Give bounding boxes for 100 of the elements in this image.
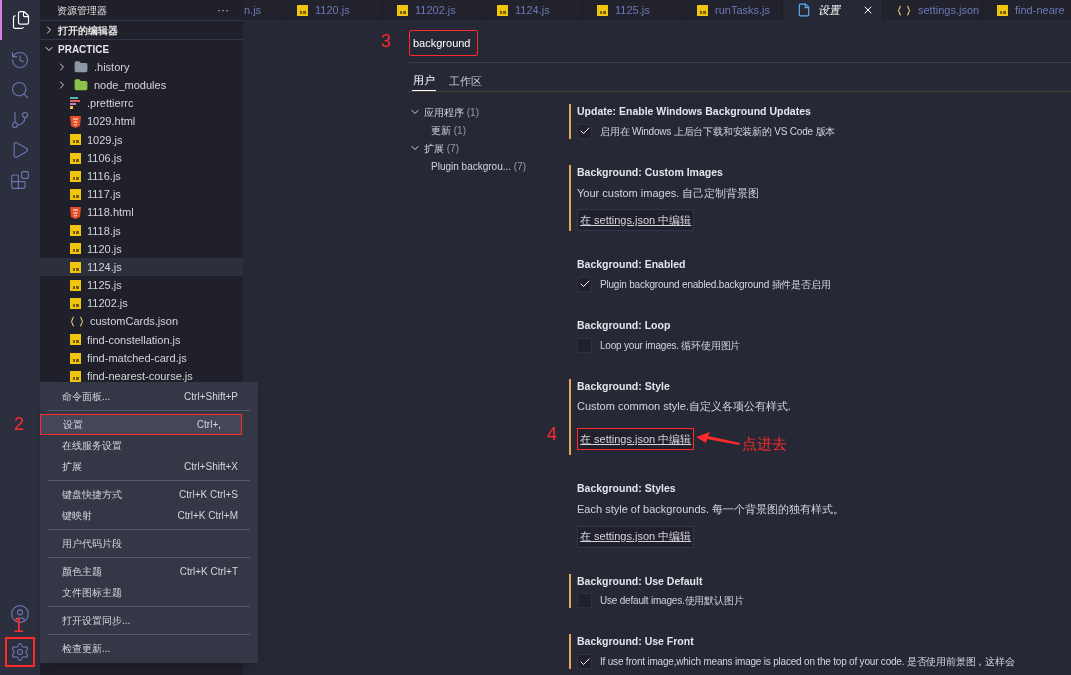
js-file-icon xyxy=(70,152,81,164)
menu-item[interactable]: 命令面板... Ctrl+Shift+P xyxy=(48,386,250,407)
file-row[interactable]: 1118.html xyxy=(40,203,243,222)
file-row[interactable]: node_modules xyxy=(40,76,243,95)
file-name: customCards.json xyxy=(90,314,179,330)
setting-title: Background: Use Front xyxy=(577,634,695,650)
edit-in-settings-link[interactable]: 在 settings.json 中编辑 xyxy=(577,209,695,231)
file-name: 1029.html xyxy=(87,114,136,130)
setting-title: Background: Style xyxy=(577,378,671,394)
editor-tab[interactable]: 1120.js xyxy=(283,0,383,20)
setting-description: Each style of backgrounds. 每一个背景图的独有样式。 xyxy=(577,502,846,517)
edit-in-settings-link[interactable]: 在 settings.json 中编辑 xyxy=(577,428,695,450)
menu-item[interactable]: 在线服务设置 xyxy=(48,435,250,456)
menu-item[interactable]: 键映射 Ctrl+K Ctrl+M xyxy=(48,505,250,526)
html-file-icon xyxy=(70,206,81,219)
file-name: 1029.js xyxy=(87,132,123,148)
setting-description: Use default images.使用默认图片 xyxy=(600,594,744,609)
folder-icon xyxy=(74,78,88,93)
file-row[interactable]: 1118.js xyxy=(40,221,243,240)
annotation-number: 4 xyxy=(547,424,557,443)
braces-icon xyxy=(897,4,911,16)
menu-item[interactable]: 键盘快捷方式 Ctrl+K Ctrl+S xyxy=(48,484,250,505)
menu-item[interactable]: 打开设置同步... xyxy=(48,610,250,631)
file-row[interactable]: .history xyxy=(40,58,243,77)
menu-item[interactable]: 检查更新... xyxy=(48,638,250,659)
bars-icon xyxy=(70,97,81,110)
toc-item[interactable]: 扩展 (7) xyxy=(409,140,569,156)
editor-tab[interactable]: 11202.js xyxy=(383,0,483,20)
file-name: 11202.js xyxy=(87,296,128,312)
editor-tab[interactable]: 1125.js xyxy=(583,0,683,20)
setting-title: Update: Enable Windows Background Updates xyxy=(577,104,812,119)
js-file-icon xyxy=(70,298,81,310)
arrow-icon xyxy=(696,432,741,446)
toc-item[interactable]: 应用程序 (1) xyxy=(409,104,569,120)
file-name: node_modules xyxy=(94,78,167,94)
file-row[interactable]: 11202.js xyxy=(40,294,243,313)
js-file-icon xyxy=(697,4,708,16)
file-name: 1124.js xyxy=(87,259,122,275)
file-row[interactable]: 1116.js xyxy=(40,167,243,186)
js-file-icon xyxy=(70,334,81,346)
setting-title: Background: Custom Images xyxy=(577,164,724,180)
braces-icon xyxy=(70,316,84,328)
section-header[interactable]: 打开的编辑器 xyxy=(40,20,243,39)
js-file-icon xyxy=(70,188,81,200)
section-header[interactable]: PRACTICE xyxy=(40,39,243,58)
file-row[interactable]: 1117.js xyxy=(40,185,243,204)
js-file-icon xyxy=(297,4,308,16)
annotation-number: 1 xyxy=(13,615,25,635)
editor-tab[interactable]: 1124.js xyxy=(483,0,583,20)
file-name: find-nearest-course.js xyxy=(87,369,193,385)
file-row[interactable]: 1125.js xyxy=(40,276,243,295)
file-row[interactable]: customCards.json xyxy=(40,312,243,331)
scope-tab[interactable]: 工作区 xyxy=(448,71,483,91)
toc-item[interactable]: Plugin backgrou... (7) xyxy=(409,158,569,174)
menu-item[interactable]: 文件图标主题 xyxy=(48,582,250,603)
editor-tab[interactable]: find-neare xyxy=(983,0,1071,20)
file-name: 1118.js xyxy=(87,223,121,239)
editor-tab[interactable]: settings.json xyxy=(883,0,983,20)
setting-description: 启用在 Windows 上后台下载和安装新的 VS Code 版本 xyxy=(600,124,836,139)
checkbox[interactable] xyxy=(577,276,592,292)
file-name: 1118.html xyxy=(87,205,134,221)
js-file-icon xyxy=(597,4,608,16)
js-file-icon xyxy=(70,261,81,273)
annotation-text: 点进去 xyxy=(742,433,788,454)
js-file-icon xyxy=(70,370,81,382)
js-file-icon xyxy=(397,4,408,16)
editor-tab[interactable]: n.js xyxy=(243,0,283,20)
scope-tab[interactable]: 用户 xyxy=(412,71,436,91)
file-row[interactable]: .prettierrc xyxy=(40,94,243,113)
file-row[interactable]: 1029.html xyxy=(40,112,243,131)
checkbox[interactable] xyxy=(577,654,592,669)
setting-description: Loop your images. 循环使用图片 xyxy=(600,338,741,353)
js-file-icon xyxy=(70,170,81,182)
file-row[interactable]: 1029.js xyxy=(40,130,243,149)
toc-item[interactable]: 更新 (1) xyxy=(409,122,569,138)
settings-icon[interactable] xyxy=(5,637,35,667)
file-row[interactable]: 1124.js xyxy=(40,258,243,277)
setting-description: If use front image,which means image is placed on the top of your code. 是否使用前景图，这样会 xyxy=(600,655,1015,669)
file-row[interactable]: find-constellation.js xyxy=(40,330,243,349)
file-icon xyxy=(797,3,811,17)
menu-item[interactable]: 扩展 Ctrl+Shift+X xyxy=(48,456,250,477)
close-icon[interactable] xyxy=(862,4,874,16)
setting-title: Background: Use Default xyxy=(577,573,704,589)
file-row[interactable]: find-nearest-course.js xyxy=(40,367,243,386)
edit-in-settings-link[interactable]: 在 settings.json 中编辑 xyxy=(577,525,695,548)
file-row[interactable]: 1106.js xyxy=(40,148,243,168)
menu-item[interactable]: 颜色主题 Ctrl+K Ctrl+T xyxy=(48,561,250,582)
js-file-icon xyxy=(70,279,81,291)
file-row[interactable]: find-matched-card.js xyxy=(40,349,243,368)
checkbox[interactable] xyxy=(577,123,592,139)
setting-description: Plugin background enabled.background 插件是否启用 xyxy=(600,277,831,292)
menu-item[interactable]: 用户代码片段 xyxy=(48,533,250,554)
js-file-icon xyxy=(70,225,81,237)
search-field[interactable]: background xyxy=(409,30,478,56)
file-name: .history xyxy=(94,59,130,75)
more-actions-button[interactable]: ··· xyxy=(217,4,229,16)
file-row[interactable]: 1120.js xyxy=(40,239,243,259)
editor-tab[interactable]: 设置 xyxy=(783,0,883,20)
menu-item[interactable]: 设置 Ctrl+, xyxy=(40,414,242,435)
js-file-icon xyxy=(997,4,1008,16)
